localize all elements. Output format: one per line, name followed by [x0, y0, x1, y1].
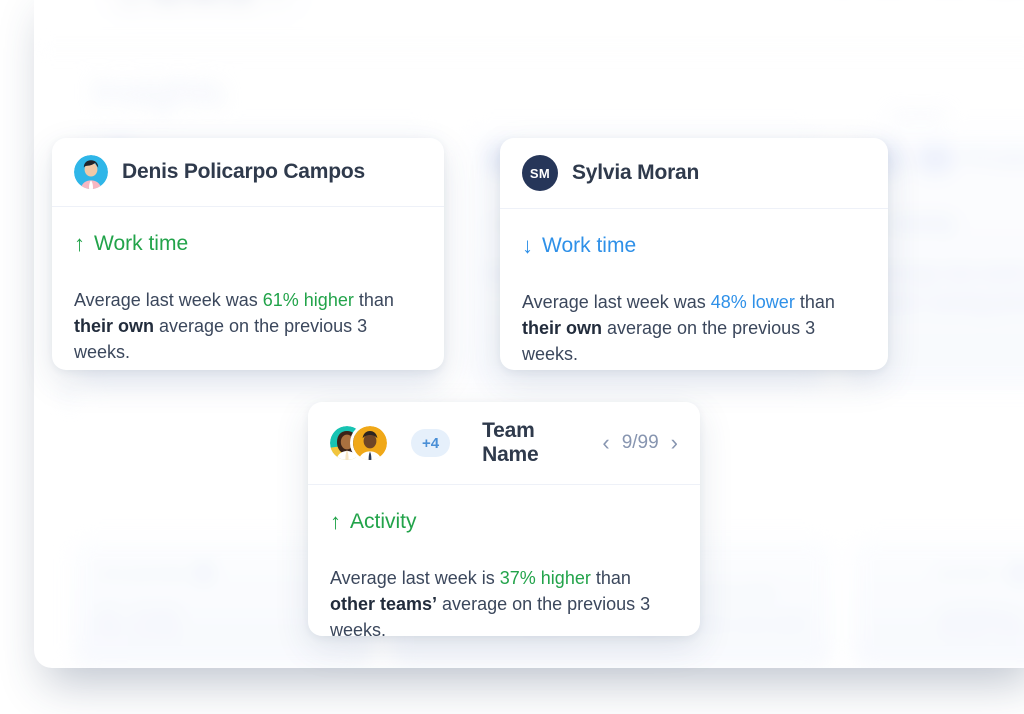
screenshot-root: 02:44:15 ↗: [0, 0, 1024, 714]
metric-label: ↑ Activity: [870, 212, 1024, 236]
card-header: Denis Policarpo Campos: [52, 138, 444, 207]
avatar-photo-icon: [353, 426, 387, 460]
arrow-up-right-icon: ↗: [266, 0, 285, 8]
app-topbar: 02:44:15 ↗: [34, 0, 1024, 50]
timer-widget[interactable]: 02:44:15 ↗: [104, 0, 303, 19]
team-name: Team Name: [482, 419, 539, 466]
metric-label: ↓ Work time: [522, 233, 866, 259]
insight-card-team[interactable]: +4 Team Name ‹ 9/99 › ↑ Activity Average…: [308, 402, 700, 640]
metric-name: Activity: [350, 510, 417, 533]
avatar-stack: [330, 426, 387, 460]
clock-icon: [121, 0, 141, 5]
highlight-value: 37% higher: [499, 568, 591, 588]
stat-card-activity: ACTIVITY i 49%: [852, 538, 1024, 668]
member-name: Sylvia Moran: [572, 161, 700, 184]
avatar: [353, 426, 387, 460]
comparison-subject: their own: [74, 316, 154, 337]
page-title: Insights: [91, 70, 225, 114]
metric-description: Average last week was 2 than other teams…: [870, 263, 1024, 313]
avatar: [74, 155, 108, 189]
info-icon[interactable]: i: [1012, 564, 1024, 580]
card-body: ↑ Work time Average last week was 61% hi…: [52, 207, 444, 395]
card-body: ↓ Work time Average last week was 48% lo…: [500, 209, 888, 397]
metric-label: ↑ Activity: [330, 509, 678, 535]
insight-card-sylvia[interactable]: SM Sylvia Moran ↓ Work time Average last…: [500, 138, 888, 370]
metric-description: Average last week was 61% higher than th…: [74, 290, 394, 363]
comparison-subject: other teams’: [330, 594, 438, 615]
avatar-overflow-count[interactable]: +4: [411, 429, 451, 457]
highlight-value: 61% higher: [262, 290, 354, 310]
pagination-prev-button[interactable]: ‹: [602, 432, 609, 454]
info-icon[interactable]: i: [196, 564, 213, 580]
card-header: SM Sylvia Moran: [500, 138, 888, 209]
card-header: +4 Team Name ‹ 9/99 ›: [308, 402, 700, 485]
metric-label: ↑ Work time: [74, 231, 422, 257]
comparison-subject: their own: [522, 318, 602, 339]
member-name: Denis Policarpo Campos: [122, 160, 365, 183]
highlight-value: 48% lower: [710, 292, 795, 312]
stat-value: 49%: [936, 598, 1024, 647]
arrow-down-icon: ↓: [522, 233, 533, 258]
pagination: ‹ 9/99 ›: [602, 432, 678, 454]
metric-name: Work time: [94, 232, 189, 255]
arrow-up-icon: ↑: [74, 231, 85, 256]
stat-label: ACTIVITY i: [876, 564, 1024, 580]
pagination-next-button[interactable]: ›: [671, 432, 678, 454]
insight-card-denis[interactable]: Denis Policarpo Campos ↑ Work time Avera…: [52, 138, 444, 370]
team-name: Product t: [966, 145, 1024, 171]
avatar-photo-icon: [74, 155, 108, 189]
timer-value: 02:44:15: [153, 0, 254, 9]
metric-name: Work time: [542, 234, 637, 257]
metric-description: Average last week is 37% higher than oth…: [330, 568, 651, 641]
card-body: ↑ Activity Average last week is 37% high…: [308, 485, 700, 673]
metric-description: Average last week was 48% lower than the…: [522, 292, 835, 365]
arrow-up-icon: ↑: [330, 509, 341, 534]
arrow-down-icon: ↓: [486, 212, 497, 235]
avatar: SM: [522, 155, 558, 191]
member-filter-label: MEMBER: [890, 108, 950, 122]
pagination-page-indicator: 9/99: [621, 432, 659, 453]
avatar-overflow-count: +4: [914, 143, 957, 174]
